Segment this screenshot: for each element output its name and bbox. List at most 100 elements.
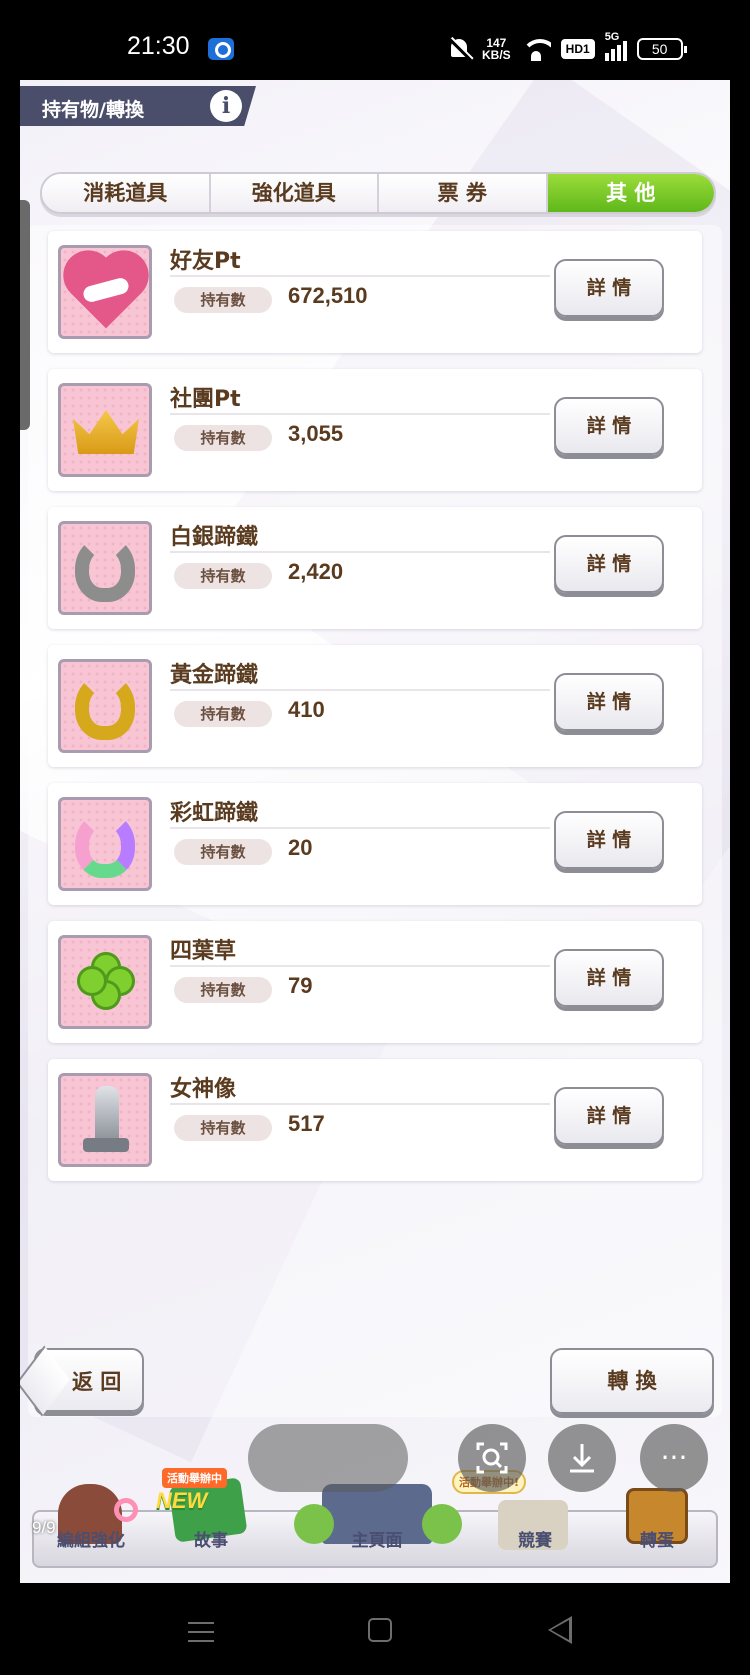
- list-item: 彩虹蹄鐵 持有數 20 詳 情: [48, 783, 702, 905]
- recent-apps-icon[interactable]: [188, 1622, 214, 1642]
- item-list: 好友Pt 持有數 672,510 詳 情 社團Pt 持有數 3,055 詳 情 …: [28, 225, 722, 1417]
- category-tabs: 消耗道具 強化道具 票 券 其 他: [40, 172, 716, 214]
- clover-shape: [77, 952, 135, 1010]
- info-icon[interactable]: i: [210, 90, 242, 122]
- owned-label: 持有數: [174, 1115, 272, 1141]
- side-drawer-handle[interactable]: [20, 200, 30, 430]
- item-name: 白銀蹄鐵: [170, 525, 259, 550]
- back-icon[interactable]: [548, 1616, 572, 1644]
- statue-base: [83, 1138, 129, 1152]
- mute-bell-icon: [448, 37, 472, 61]
- list-item: 白銀蹄鐵 持有數 2,420 詳 情: [48, 507, 702, 629]
- tab-tickets[interactable]: 票 券: [379, 174, 548, 212]
- horseshoe-badge-icon: [114, 1498, 138, 1522]
- back-button-label: 返 回: [72, 1370, 122, 1394]
- list-item: 女神像 持有數 517 詳 情: [48, 1059, 702, 1181]
- page-indicator: 9/9: [32, 1518, 56, 1537]
- owned-label: 持有數: [174, 287, 272, 313]
- clover-leaf: [77, 966, 107, 996]
- divider: [170, 965, 550, 967]
- divider: [170, 275, 550, 277]
- silver-horseshoe-icon: [58, 521, 152, 615]
- owned-count: 672,510: [288, 283, 368, 308]
- crown-shape: [73, 410, 139, 454]
- horseshoe-shape: [75, 536, 135, 602]
- horseshoe-shape: [75, 674, 135, 740]
- status-bar: 21:30 147 KB/S HD1 5G 50: [0, 0, 750, 80]
- net-speed-unit: KB/S: [482, 48, 511, 62]
- four-leaf-clover-icon: [58, 935, 152, 1029]
- list-item: 黃金蹄鐵 持有數 410 詳 情: [48, 645, 702, 767]
- game-screen: 持有物/轉換 i 消耗道具 強化道具 票 券 其 他 好友Pt 持有數 672,…: [20, 80, 730, 1583]
- detail-button[interactable]: 詳 情: [554, 811, 664, 869]
- app-notification-icon: [208, 38, 234, 60]
- nav-item-story[interactable]: 故事: [156, 1526, 266, 1551]
- handshake-heart-icon: [58, 245, 152, 339]
- owned-label: 持有數: [174, 839, 272, 865]
- screen-border-left: [0, 80, 20, 1583]
- divider: [170, 1103, 550, 1105]
- tab-consumables[interactable]: 消耗道具: [42, 174, 211, 212]
- overlay-pill[interactable]: [248, 1424, 408, 1492]
- item-name: 好友Pt: [170, 249, 241, 274]
- signal-bar: [604, 53, 609, 61]
- detail-button[interactable]: 詳 情: [554, 673, 664, 731]
- page-title: 持有物/轉換: [42, 99, 144, 121]
- nav-item-gacha[interactable]: 轉蛋: [602, 1526, 712, 1551]
- signal-bar: [610, 49, 615, 61]
- owned-count: 2,420: [288, 559, 344, 584]
- item-name: 黃金蹄鐵: [170, 663, 259, 688]
- item-name: 女神像: [170, 1077, 237, 1102]
- list-item: 四葉草 持有數 79 詳 情: [48, 921, 702, 1043]
- net-speed: 147 KB/S: [482, 37, 511, 61]
- divider: [170, 551, 550, 553]
- signal-bar: [622, 41, 627, 61]
- goddess-statue-icon: [58, 1073, 152, 1167]
- detail-button[interactable]: 詳 情: [554, 397, 664, 455]
- signal-5g-label: 5G: [604, 31, 620, 43]
- statue-shape: [95, 1086, 119, 1142]
- home-icon[interactable]: [368, 1618, 392, 1642]
- wifi-icon: [520, 37, 551, 61]
- owned-label: 持有數: [174, 563, 272, 589]
- event-badge: 活動舉辦中: [162, 1468, 227, 1488]
- gold-horseshoe-icon: [58, 659, 152, 753]
- owned-count: 3,055: [288, 421, 344, 446]
- download-glyph: [570, 1444, 594, 1473]
- screen-border-right: [730, 80, 750, 1583]
- rainbow-horseshoe-icon: [58, 797, 152, 891]
- more-icon[interactable]: ···: [640, 1424, 708, 1492]
- item-name: 社團Pt: [170, 387, 241, 412]
- page-header: 持有物/轉換 i: [20, 86, 256, 126]
- download-icon[interactable]: [548, 1424, 616, 1492]
- tab-enhancement[interactable]: 強化道具: [210, 174, 379, 212]
- divider: [170, 413, 550, 415]
- owned-label: 持有數: [174, 977, 272, 1003]
- screenshot-search-icon[interactable]: [458, 1424, 526, 1492]
- back-button[interactable]: 返 回: [34, 1348, 144, 1412]
- horseshoe-shape: [75, 812, 135, 878]
- owned-count: 410: [288, 697, 325, 722]
- status-icons: 147 KB/S HD1 5G 50: [448, 31, 687, 64]
- divider: [170, 827, 550, 829]
- status-time: 21:30: [127, 32, 190, 60]
- battery-icon: 50: [636, 38, 687, 60]
- hd-badge: HD1: [560, 39, 595, 59]
- screenshot-search-glyph: [476, 1442, 508, 1474]
- cell-signal-icon: 5G: [604, 31, 627, 61]
- nav-item-home[interactable]: 主頁面: [322, 1526, 432, 1551]
- crown-icon: [58, 383, 152, 477]
- item-name: 四葉草: [170, 939, 237, 964]
- list-item: 社團Pt 持有數 3,055 詳 情: [48, 369, 702, 491]
- detail-button[interactable]: 詳 情: [554, 949, 664, 1007]
- divider: [170, 689, 550, 691]
- detail-button[interactable]: 詳 情: [554, 1087, 664, 1145]
- detail-button[interactable]: 詳 情: [554, 259, 664, 317]
- signal-bar: [616, 45, 621, 61]
- convert-button[interactable]: 轉 換: [550, 1348, 714, 1414]
- tab-other[interactable]: 其 他: [547, 174, 714, 212]
- new-badge: NEW: [156, 1488, 208, 1513]
- owned-count: 517: [288, 1111, 325, 1136]
- detail-button[interactable]: 詳 情: [554, 535, 664, 593]
- nav-item-race[interactable]: 競賽: [480, 1526, 590, 1551]
